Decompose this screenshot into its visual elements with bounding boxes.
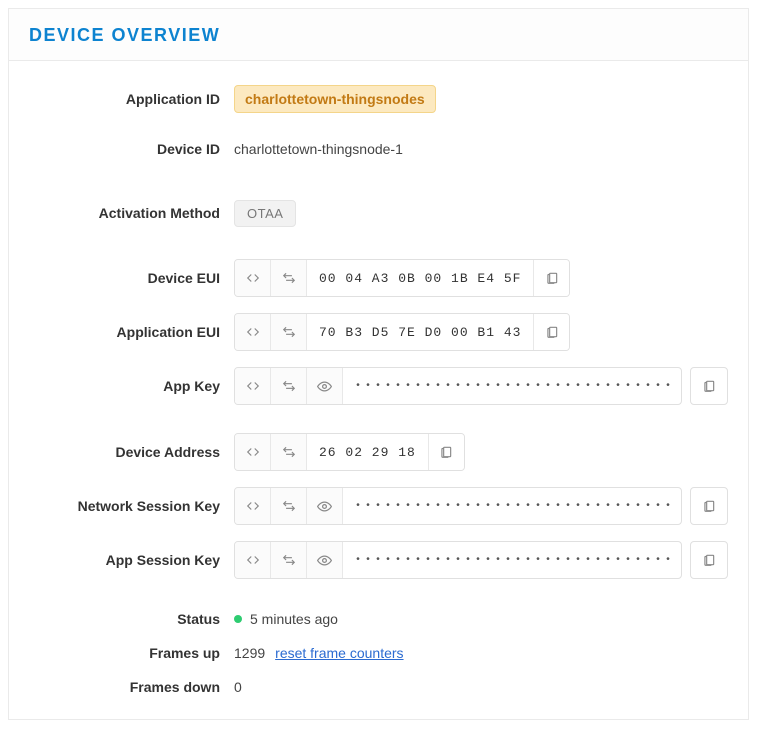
panel-header: DEVICE OVERVIEW	[9, 9, 748, 61]
label-status: Status	[29, 611, 234, 627]
swap-icon[interactable]	[271, 488, 307, 524]
swap-icon[interactable]	[271, 314, 307, 350]
frames-up-value: 1299	[234, 645, 265, 661]
application-eui-field: 70 B3 D5 7E D0 00 B1 43	[234, 313, 570, 351]
network-session-key-field: ••••••••••••••••••••••••••••••••	[234, 487, 682, 525]
copy-icon[interactable]	[533, 260, 569, 296]
copy-icon[interactable]	[690, 541, 728, 579]
copy-icon[interactable]	[428, 434, 464, 470]
panel-body: Application ID charlottetown-thingsnodes…	[9, 61, 748, 719]
status-value-wrap: 5 minutes ago	[234, 611, 338, 627]
eye-icon[interactable]	[307, 368, 343, 404]
eye-icon[interactable]	[307, 488, 343, 524]
device-address-field: 26 02 29 18	[234, 433, 465, 471]
toggle-format-icon[interactable]	[235, 542, 271, 578]
app-session-key-field: ••••••••••••••••••••••••••••••••	[234, 541, 682, 579]
label-network-session-key: Network Session Key	[29, 498, 234, 514]
label-device-id: Device ID	[29, 141, 234, 157]
swap-icon[interactable]	[271, 542, 307, 578]
network-session-key-value: ••••••••••••••••••••••••••••••••	[343, 488, 681, 524]
eye-icon[interactable]	[307, 542, 343, 578]
toggle-format-icon[interactable]	[235, 434, 271, 470]
toggle-format-icon[interactable]	[235, 488, 271, 524]
panel-title: DEVICE OVERVIEW	[29, 25, 728, 46]
application-id-value: charlottetown-thingsnodes	[234, 85, 436, 113]
status-dot-icon	[234, 615, 242, 623]
toggle-format-icon[interactable]	[235, 314, 271, 350]
app-key-value: ••••••••••••••••••••••••••••••••	[343, 368, 681, 404]
swap-icon[interactable]	[271, 260, 307, 296]
frames-up-wrap: 1299 reset frame counters	[234, 645, 404, 661]
label-device-address: Device Address	[29, 444, 234, 460]
device-overview-panel: DEVICE OVERVIEW Application ID charlotte…	[8, 8, 749, 720]
swap-icon[interactable]	[271, 434, 307, 470]
label-frames-up: Frames up	[29, 645, 234, 661]
label-application-eui: Application EUI	[29, 324, 234, 340]
label-app-key: App Key	[29, 378, 234, 394]
toggle-format-icon[interactable]	[235, 368, 271, 404]
status-value: 5 minutes ago	[250, 611, 338, 627]
frames-down-value: 0	[234, 679, 242, 695]
label-activation-method: Activation Method	[29, 205, 234, 221]
reset-frame-counters-link[interactable]: reset frame counters	[275, 645, 403, 661]
device-eui-field: 00 04 A3 0B 00 1B E4 5F	[234, 259, 570, 297]
device-id-value: charlottetown-thingsnode-1	[234, 141, 403, 157]
app-session-key-value: ••••••••••••••••••••••••••••••••	[343, 542, 681, 578]
copy-icon[interactable]	[690, 367, 728, 405]
swap-icon[interactable]	[271, 368, 307, 404]
application-id-chip[interactable]: charlottetown-thingsnodes	[234, 85, 436, 113]
label-frames-down: Frames down	[29, 679, 234, 695]
device-eui-value: 00 04 A3 0B 00 1B E4 5F	[307, 260, 533, 296]
label-device-eui: Device EUI	[29, 270, 234, 286]
app-key-field: ••••••••••••••••••••••••••••••••	[234, 367, 682, 405]
device-address-value: 26 02 29 18	[307, 434, 428, 470]
activation-method-value: OTAA	[234, 200, 296, 227]
label-application-id: Application ID	[29, 91, 234, 107]
toggle-format-icon[interactable]	[235, 260, 271, 296]
label-app-session-key: App Session Key	[29, 552, 234, 568]
application-eui-value: 70 B3 D5 7E D0 00 B1 43	[307, 314, 533, 350]
copy-icon[interactable]	[690, 487, 728, 525]
copy-icon[interactable]	[533, 314, 569, 350]
